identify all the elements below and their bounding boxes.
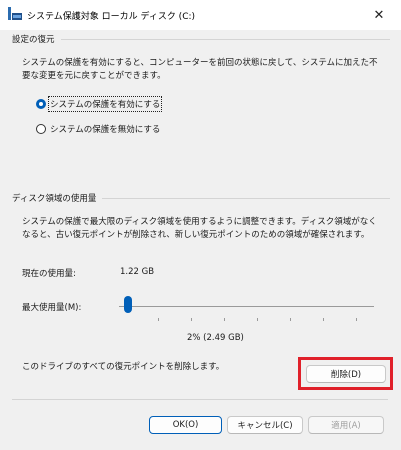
slider-tick [191,318,192,321]
max-usage-slider-track[interactable] [119,306,374,307]
disk-usage-description: システムの保護で最大限のディスク領域を使用するように調整できます。ディスク領域が… [22,217,377,240]
radio-disable-protection[interactable]: システムの保護を無効にする [36,123,160,135]
radio-unselected-icon [36,124,46,134]
footer-separator [12,399,388,400]
current-usage-label: 現在の使用量: [22,269,76,279]
close-icon: ✕ [373,7,385,23]
radio-selected-icon [36,99,46,109]
current-usage-value: 1.22 GB [120,267,155,277]
max-usage-label: 最大使用量(M): [22,303,82,313]
window-title: システム保護対象 ローカル ディスク (C:) [27,12,196,22]
slider-tick [290,318,291,321]
slider-tick [356,318,357,321]
radio-disable-label: システムの保護を無効にする [50,125,161,135]
restore-settings-description: システムの保護を有効にすると、コンピューターを前回の状態に戻して、システムに加え… [22,58,378,81]
highlight-box [298,357,393,390]
slider-tick [257,318,258,321]
close-button[interactable]: ✕ [357,0,401,30]
slider-value-text: 2% (2.49 GB) [187,333,244,343]
group-divider [60,39,390,40]
max-usage-slider-thumb[interactable] [123,296,132,313]
delete-restore-points-text: このドライブのすべての復元ポイントを削除します。 [22,362,225,372]
title-bar: システム保護対象 ローカル ディスク (C:) ✕ [0,0,401,30]
radio-enable-protection[interactable]: システムの保護を有効にする [36,96,163,112]
group-divider [100,198,390,199]
slider-tick [158,318,159,321]
cancel-button[interactable]: キャンセル(C) [227,416,303,434]
restore-settings-heading: 設定の復元 [12,33,61,45]
ok-button[interactable]: OK(O) [149,416,222,434]
radio-enable-label: システムの保護を有効にする [47,96,163,112]
slider-tick [323,318,324,321]
system-protection-icon [8,7,22,20]
disk-usage-heading: ディスク領域の使用量 [12,192,103,204]
slider-tick [224,318,225,321]
apply-button[interactable]: 適用(A) [308,416,384,434]
